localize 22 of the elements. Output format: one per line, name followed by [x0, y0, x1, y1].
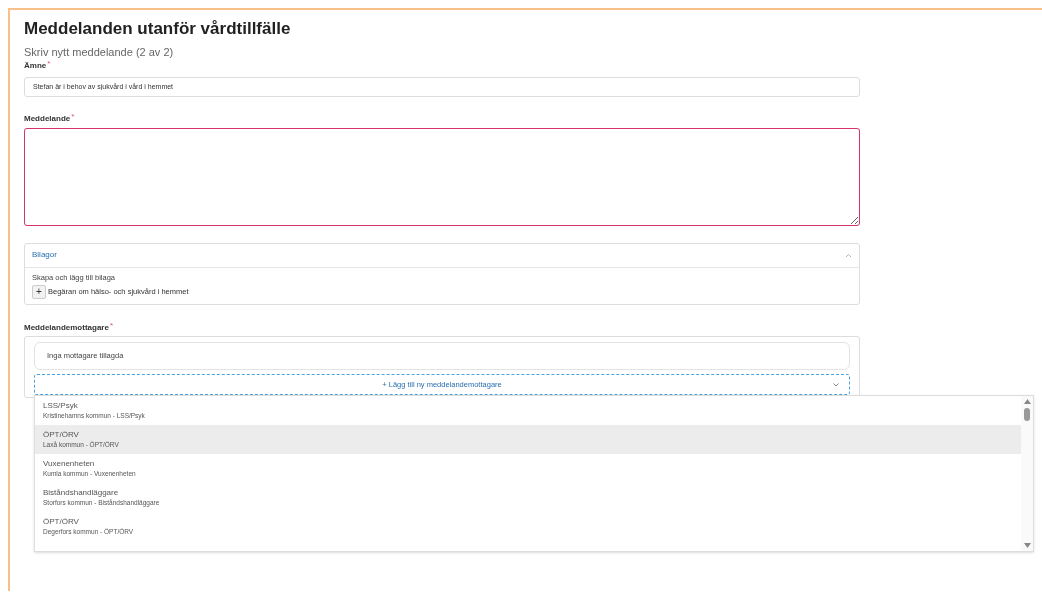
add-attachment-button[interactable]: +: [32, 284, 46, 299]
option-title: ÖPT/ÖRV: [43, 516, 80, 527]
scroll-up-icon[interactable]: [1023, 399, 1031, 404]
message-field[interactable]: [24, 127, 860, 226]
field-label: Ämne: [24, 60, 47, 72]
option-title: ÖPT/ÖRV: [43, 429, 80, 440]
option-title: LSS/Psyk: [43, 400, 79, 411]
option-title: Biståndshandläggare: [43, 487, 120, 498]
panel-title[interactable]: Bilagor: [32, 249, 57, 261]
required-mark: *: [47, 60, 51, 68]
required-mark: *: [71, 112, 75, 121]
option-title: Vuxenenheten: [43, 458, 96, 469]
required-mark: *: [109, 321, 114, 330]
scrollbar[interactable]: [1021, 396, 1033, 551]
field-label: Meddelande: [24, 112, 71, 125]
chevron-up-icon[interactable]: [845, 252, 852, 258]
field-label: Meddelandemottagare: [24, 321, 109, 334]
form-subtitle: Skriv nytt meddelande (2 av 2): [24, 45, 175, 59]
scrollbar-thumb[interactable]: [1024, 408, 1030, 421]
scroll-down-icon[interactable]: [1023, 543, 1031, 548]
chevron-down-icon: [833, 382, 839, 387]
page-title: Meddelanden utanför vårdtillfälle: [24, 18, 292, 40]
